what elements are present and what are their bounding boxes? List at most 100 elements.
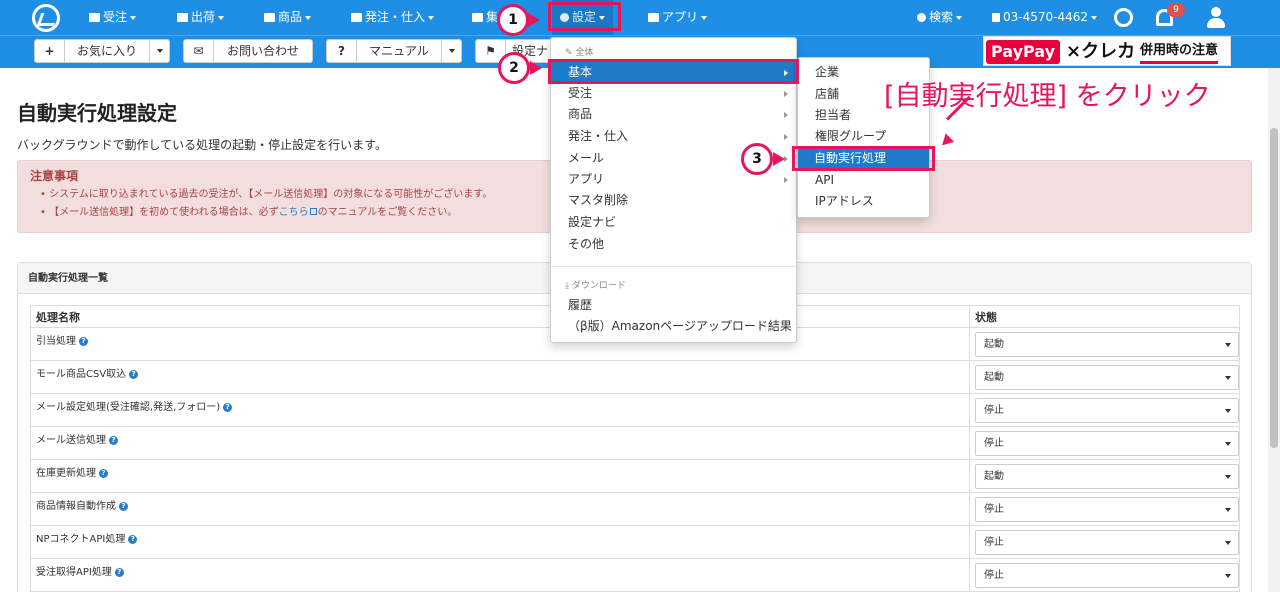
top-navbar: 受注 出荷 商品 発注・仕入 集 設定 アプリ 検索 03-4570-4462 … xyxy=(0,0,1280,35)
banner-note: 併用時の注意 xyxy=(1140,41,1219,64)
nav-shipping[interactable]: 出荷 xyxy=(177,0,225,35)
external-link-icon xyxy=(309,208,317,215)
paypay-logo: PayPay xyxy=(986,40,1060,64)
menu-item-amazon-upload[interactable]: （β版）Amazonページアップロード結果 xyxy=(551,316,796,337)
nav-analytics[interactable]: 集 xyxy=(472,0,498,35)
help-icon[interactable]: ? xyxy=(223,402,233,412)
status-select[interactable]: 起動 xyxy=(975,464,1239,489)
status-select[interactable]: 停止 xyxy=(975,563,1239,588)
process-name: 商品情報自動作成 xyxy=(36,501,116,512)
status-select[interactable]: 停止 xyxy=(975,497,1239,522)
grid-icon xyxy=(648,13,659,22)
menu-item-master-delete[interactable]: マスタ削除 xyxy=(551,190,796,211)
highlight-basic xyxy=(548,59,799,84)
step-2-arrow xyxy=(530,61,542,75)
scrollbar-thumb[interactable] xyxy=(1270,128,1278,448)
submenu-item-ip-address[interactable]: IPアドレス xyxy=(798,191,929,212)
process-name: メール送信処理 xyxy=(36,435,106,446)
cart-icon xyxy=(89,13,100,22)
highlight-settings xyxy=(548,2,621,31)
submenu-item-permission-group[interactable]: 権限グループ xyxy=(798,126,929,147)
chevron-down-icon[interactable] xyxy=(149,40,169,62)
chevron-right-icon xyxy=(784,134,788,140)
nav-phone[interactable]: 03-4570-4462 xyxy=(992,0,1098,35)
menu-header-all: ✎ 全体 xyxy=(565,48,594,58)
table-row: メール設定処理(受注確認,発送,フォロー)? 停止 xyxy=(30,393,1240,427)
alert-line-1: • システムに取り込まれている過去の受注が、【メール送信処理】の対象になる可能性… xyxy=(40,189,493,200)
submenu-item-api[interactable]: API xyxy=(798,170,929,191)
process-name: モール商品CSV取込 xyxy=(36,369,127,380)
process-table: 処理名称 状態 引当処理? 起動 モール商品CSV取込? 起動 メール設定処理(… xyxy=(30,305,1240,592)
chevron-right-icon xyxy=(784,177,788,183)
step-1-badge: 1 xyxy=(497,4,529,36)
manual-link[interactable]: こちら xyxy=(279,207,309,218)
status-select[interactable]: 起動 xyxy=(975,365,1239,390)
app-logo-icon[interactable] xyxy=(32,4,60,32)
help-icon[interactable]: ? xyxy=(128,534,138,544)
chevron-down-icon[interactable] xyxy=(441,40,461,62)
paypay-banner[interactable]: PayPay ×クレカ 併用時の注意 xyxy=(983,36,1231,66)
help-icon[interactable]: ? xyxy=(119,501,128,511)
nav-purchase[interactable]: 発注・仕入 xyxy=(351,0,435,35)
column-header-status: 状態 xyxy=(969,305,1240,328)
table-row: 商品情報自動作成? 停止 xyxy=(30,492,1240,526)
truck-icon xyxy=(177,13,188,22)
menu-item-settings-navi[interactable]: 設定ナビ xyxy=(551,212,796,233)
chart-icon xyxy=(472,13,483,22)
plus-circle-icon: + xyxy=(35,40,65,62)
menu-divider xyxy=(551,266,796,267)
contact-button[interactable]: ✉ お問い合わせ xyxy=(183,39,313,63)
status-select[interactable]: 起動 xyxy=(975,332,1239,357)
favorites-button[interactable]: + お気に入り xyxy=(34,39,170,63)
step-3-badge: 3 xyxy=(741,143,773,175)
status-select[interactable]: 停止 xyxy=(975,431,1239,456)
clock-icon[interactable] xyxy=(1114,8,1133,27)
column-header-name: 処理名称 xyxy=(30,305,970,328)
phone-icon xyxy=(992,13,1000,22)
nav-search[interactable]: 検索 xyxy=(917,0,963,35)
table-row: 受注取得API処理? 停止 xyxy=(30,558,1240,592)
user-icon[interactable] xyxy=(1207,7,1225,28)
help-icon[interactable]: ? xyxy=(129,369,139,379)
page-scrollbar[interactable] xyxy=(1268,68,1280,592)
help-icon[interactable]: ? xyxy=(109,435,118,445)
callout-click-instruction: [自動実行処理] をクリック xyxy=(884,81,1211,112)
process-name: 在庫更新処理 xyxy=(36,468,96,479)
help-icon[interactable]: ? xyxy=(79,336,88,346)
step-3-arrow xyxy=(773,152,785,166)
inbox-icon xyxy=(351,13,362,22)
page-description: バックグラウンドで動作している処理の起動・停止設定を行います。 xyxy=(17,138,387,152)
pencil-icon xyxy=(264,13,275,22)
banner-kureka: ×クレカ xyxy=(1066,41,1136,62)
alert-line-2: • 【メール送信処理】を初めて使われる場合は、必ずこちら のマニュアルをご覧くださ… xyxy=(40,207,458,218)
table-row: 在庫更新処理? 起動 xyxy=(30,459,1240,493)
help-icon[interactable]: ? xyxy=(99,468,108,478)
callout-arrowhead xyxy=(937,133,955,150)
status-select[interactable]: 停止 xyxy=(975,530,1239,555)
question-icon: ? xyxy=(327,40,357,62)
process-name: NPコネクトAPI処理 xyxy=(36,534,126,545)
notification-badge: 9 xyxy=(1167,3,1185,17)
menu-item-other[interactable]: その他 xyxy=(551,234,796,255)
menu-item-products[interactable]: 商品 xyxy=(551,104,796,125)
table-row: メール送信処理? 停止 xyxy=(30,426,1240,460)
envelope-icon: ✉ xyxy=(184,40,214,62)
nav-products[interactable]: 商品 xyxy=(264,0,312,35)
step-2-badge: 2 xyxy=(498,52,530,84)
status-select[interactable]: 停止 xyxy=(975,398,1239,423)
table-row: モール商品CSV取込? 起動 xyxy=(30,360,1240,394)
nav-apps[interactable]: アプリ xyxy=(648,0,708,35)
nav-orders[interactable]: 受注 xyxy=(89,0,137,35)
table-row: NPコネクトAPI処理? 停止 xyxy=(30,525,1240,559)
menu-item-orders[interactable]: 受注 xyxy=(551,83,796,104)
manual-button[interactable]: ? マニュアル xyxy=(326,39,462,63)
menu-item-history[interactable]: 履歴 xyxy=(551,295,796,316)
alert-heading: 注意事項 xyxy=(30,169,79,183)
menu-header-download: ⤓ ダウンロード xyxy=(565,281,626,291)
chevron-right-icon xyxy=(784,91,788,97)
search-icon xyxy=(917,13,926,22)
help-icon[interactable]: ? xyxy=(114,567,124,577)
chevron-right-icon xyxy=(784,112,788,118)
page-title: 自動実行処理設定 xyxy=(17,101,177,125)
process-name: 受注取得API処理 xyxy=(36,567,112,578)
